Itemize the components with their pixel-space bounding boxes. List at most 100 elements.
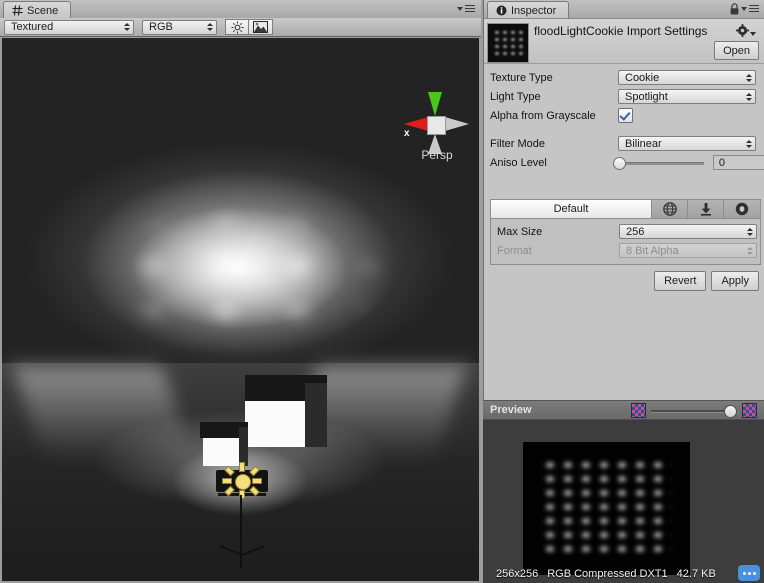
cube-side-face — [239, 427, 248, 466]
revert-button[interactable]: Revert — [654, 271, 707, 291]
light-stand-leg — [241, 545, 265, 556]
platform-tabs: Default — [491, 200, 760, 219]
max-size-dropdown[interactable]: 256 — [619, 224, 757, 239]
preview-mip-slider[interactable] — [651, 404, 737, 418]
axis-cone-y[interactable] — [428, 92, 442, 116]
cube-side-face — [305, 383, 327, 447]
inspector-menu-button[interactable] — [741, 5, 759, 12]
cube-front-face — [203, 438, 239, 466]
scene-view-gizmo[interactable]: x Persp — [398, 86, 476, 166]
property-row-format: Format 8 Bit Alpha — [491, 241, 760, 260]
property-label: Filter Mode — [490, 137, 546, 150]
scene-cube-small[interactable] — [200, 422, 248, 466]
download-icon — [700, 203, 711, 216]
gizmo-center-cube[interactable] — [427, 116, 446, 135]
fx-toggle-button[interactable] — [249, 19, 273, 35]
sun-icon — [231, 21, 243, 33]
apply-button[interactable]: Apply — [711, 271, 759, 291]
unity-editor-window: Scene Textured RGB x Persp Inspector flo… — [0, 0, 764, 583]
chevron-updown-icon — [745, 91, 752, 102]
aniso-level-value-field[interactable]: 0 — [712, 155, 764, 170]
property-row-filter-mode: Filter Mode Bilinear — [484, 134, 764, 153]
scene-toolbar: Textured RGB — [0, 18, 481, 37]
more-options-button[interactable] — [738, 565, 760, 581]
filter-mode-value: Bilinear — [625, 137, 662, 150]
property-label: Light Type — [490, 90, 541, 103]
property-row-aniso-level: Aniso Level 0 — [484, 153, 764, 172]
preview-info-bar: 256x256 RGB Compressed DXT1 42.7 KB — [483, 564, 764, 583]
platform-tab-other[interactable] — [724, 200, 760, 218]
preview-titlebar: Preview — [483, 401, 764, 420]
import-settings-properties: Texture Type Cookie Light Type Spotlight… — [484, 64, 764, 172]
hamburger-icon — [465, 5, 475, 12]
light-ray-icon — [222, 478, 232, 484]
texture-type-dropdown[interactable]: Cookie — [618, 70, 756, 85]
globe-icon — [662, 202, 677, 216]
gear-settings-button[interactable] — [736, 24, 756, 37]
slider-handle[interactable] — [724, 404, 737, 418]
render-mode-value: RGB — [149, 21, 173, 33]
alpha-checker-icon[interactable] — [742, 402, 757, 418]
property-label: Max Size — [497, 225, 543, 238]
cube-front-face — [245, 401, 305, 447]
light-sun-icon — [235, 474, 251, 490]
light-stand-leg — [240, 554, 242, 568]
platform-tab-standalone[interactable] — [688, 200, 724, 218]
inspector-tabbar: Inspector — [484, 0, 764, 19]
platform-tab-web[interactable] — [652, 200, 688, 218]
light-ray-icon — [252, 478, 262, 484]
light-type-dropdown[interactable]: Spotlight — [618, 89, 756, 104]
format-value: 8 Bit Alpha — [626, 244, 679, 257]
scene-viewport[interactable]: x Persp — [2, 38, 479, 581]
preview-body[interactable]: 256x256 RGB Compressed DXT1 42.7 KB — [483, 420, 764, 583]
alpha-from-grayscale-checkbox[interactable] — [618, 108, 633, 123]
projection-mode-label[interactable]: Persp — [398, 148, 476, 162]
max-size-value: 256 — [626, 225, 645, 238]
tab-scene[interactable]: Scene — [3, 1, 72, 19]
draw-mode-value: Textured — [11, 21, 54, 33]
chevron-updown-icon — [123, 22, 130, 33]
rgba-checker-icon[interactable] — [631, 402, 646, 418]
revert-apply-buttons: Revert Apply — [654, 271, 759, 291]
lock-icon[interactable] — [730, 3, 739, 15]
preview-format: RGB Compressed DXT1 — [547, 568, 668, 580]
slider-handle[interactable] — [612, 157, 626, 170]
scene-tabbar: Scene — [0, 0, 481, 19]
chevron-updown-icon — [745, 138, 752, 149]
platform-tab-default[interactable]: Default — [491, 200, 652, 218]
asset-title: floodLightCookie Import Settings — [534, 24, 708, 38]
projected-cookie-pattern — [40, 193, 440, 373]
aniso-level-slider[interactable] — [612, 155, 704, 170]
axis-cone-right[interactable] — [445, 117, 469, 131]
platform-tab-label: Default — [553, 203, 589, 215]
platform-settings-list: Max Size 256 Format 8 Bit Alpha — [491, 219, 760, 264]
image-icon — [253, 21, 268, 33]
lighting-toggle-button[interactable] — [225, 19, 249, 35]
chevron-updown-icon — [746, 245, 753, 256]
property-row-texture-type: Texture Type Cookie — [484, 68, 764, 87]
render-mode-dropdown[interactable]: RGB — [142, 19, 217, 35]
light-stand-pole — [240, 495, 242, 557]
cookie-grid-pattern — [541, 458, 672, 559]
property-label: Alpha from Grayscale — [490, 109, 596, 122]
preview-title: Preview — [490, 404, 532, 416]
tab-inspector[interactable]: Inspector — [487, 1, 570, 19]
chevron-down-icon — [750, 31, 756, 36]
property-label: Format — [497, 244, 532, 257]
open-button[interactable]: Open — [714, 41, 759, 60]
preview-dimensions: 256x256 — [496, 568, 539, 580]
draw-mode-dropdown[interactable]: Textured — [4, 19, 134, 35]
light-stand-leg — [219, 545, 243, 556]
property-row-light-type: Light Type Spotlight — [484, 87, 764, 106]
inspector-content: floodLightCookie Import Settings Open Te… — [484, 18, 764, 399]
scene-menu-button[interactable] — [457, 5, 475, 12]
scene-cube-large[interactable] — [245, 375, 327, 447]
chevron-updown-icon — [746, 226, 753, 237]
asset-header: floodLightCookie Import Settings Open — [484, 19, 764, 64]
gear-icon — [736, 24, 749, 37]
tab-scene-label: Scene — [27, 4, 59, 17]
slider-track — [651, 409, 729, 413]
flood-light-gizmo[interactable] — [216, 462, 268, 576]
filter-mode-dropdown[interactable]: Bilinear — [618, 136, 756, 151]
